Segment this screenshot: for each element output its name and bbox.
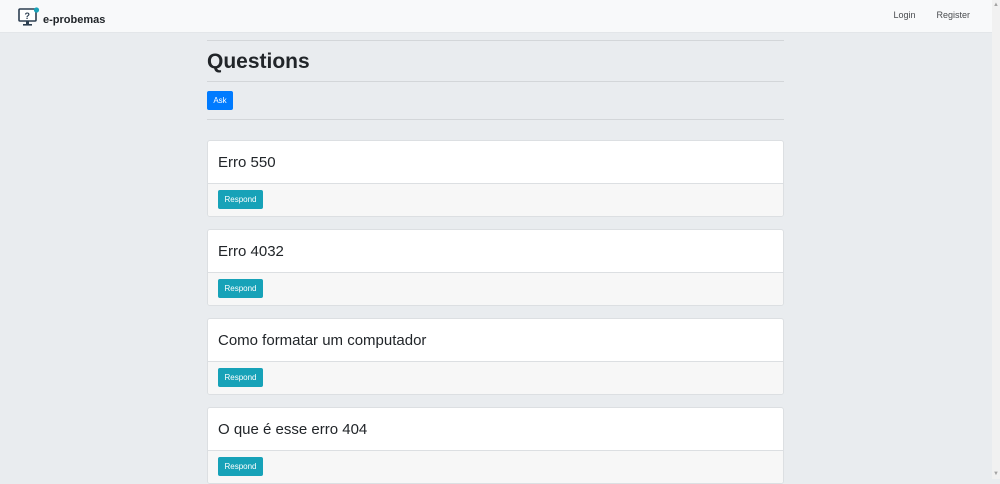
question-card: Erro 550 Respond — [207, 140, 784, 217]
question-card: Erro 4032 Respond — [207, 229, 784, 306]
question-card-footer: Respond — [208, 184, 783, 216]
login-link[interactable]: Login — [893, 10, 915, 20]
brand-link[interactable]: ? e-probemas — [18, 6, 105, 28]
brand-name: e-probemas — [43, 14, 106, 26]
nav-links: Login Register — [893, 10, 970, 20]
question-title: Como formatar um computador — [208, 319, 783, 362]
respond-button[interactable]: Respond — [218, 190, 263, 209]
register-link[interactable]: Register — [936, 10, 970, 20]
ask-button[interactable]: Ask — [207, 91, 233, 110]
question-card-footer: Respond — [208, 273, 783, 305]
respond-button[interactable]: Respond — [218, 457, 263, 476]
divider — [207, 81, 784, 82]
question-title: Erro 4032 — [208, 230, 783, 273]
respond-button[interactable]: Respond — [218, 368, 263, 387]
question-card-footer: Respond — [208, 362, 783, 394]
navbar: ? e-probemas Login Register — [0, 0, 992, 33]
question-title: O que é esse erro 404 — [208, 408, 783, 451]
monitor-question-logo-icon: ? — [18, 7, 40, 26]
vertical-scrollbar[interactable]: ▲ ▼ — [992, 0, 1000, 479]
page-title: Questions — [207, 50, 310, 73]
scroll-up-arrow-icon[interactable]: ▲ — [992, 0, 1000, 10]
svg-text:?: ? — [25, 11, 31, 21]
question-title: Erro 550 — [208, 141, 783, 184]
question-card: O que é esse erro 404 Respond — [207, 407, 784, 484]
respond-button[interactable]: Respond — [218, 279, 263, 298]
question-card-footer: Respond — [208, 451, 783, 483]
divider — [207, 40, 784, 41]
question-card: Como formatar um computador Respond — [207, 318, 784, 395]
divider — [207, 119, 784, 120]
scroll-down-arrow-icon[interactable]: ▼ — [992, 469, 1000, 479]
